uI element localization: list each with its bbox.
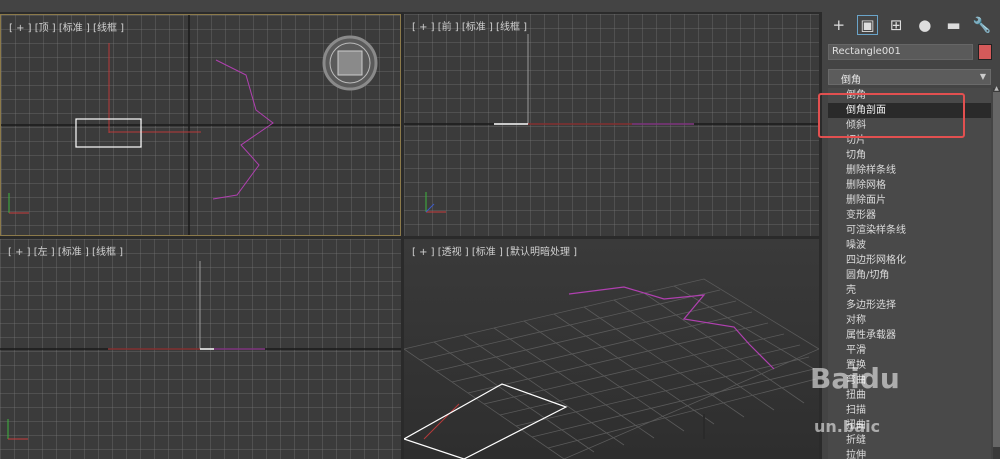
- modifier-list-item[interactable]: 属性承载器: [828, 328, 991, 343]
- modifier-list-item[interactable]: 平滑: [828, 343, 991, 358]
- modifier-list-item[interactable]: 圆角/切角: [828, 268, 991, 283]
- viewport-perspective[interactable]: [ + ] [透视 ] [标准 ] [默认明暗处理 ]: [404, 239, 819, 459]
- viewport-left[interactable]: [ + ] [左 ] [标准 ] [线框 ]: [0, 239, 401, 459]
- object-color-swatch[interactable]: [978, 44, 992, 60]
- viewport-perspective-label[interactable]: [ + ] [透视 ] [标准 ] [默认明暗处理 ]: [412, 243, 577, 258]
- modifier-list-dropdown[interactable]: 倒角 ▼: [828, 69, 991, 86]
- modifier-list-item[interactable]: 删除面片: [828, 193, 991, 208]
- hierarchy-icon[interactable]: ⊞: [885, 15, 907, 35]
- watermark-text: Baidu: [810, 362, 900, 395]
- modifier-list-item[interactable]: 可渲染样条线: [828, 223, 991, 238]
- viewport-top-scene: [1, 15, 400, 235]
- modifier-list-item[interactable]: 噪波: [828, 238, 991, 253]
- modifier-list-item[interactable]: 壳: [828, 283, 991, 298]
- modifier-list-item[interactable]: 四边形网格化: [828, 253, 991, 268]
- viewport-front-label[interactable]: [ + ] [前 ] [标准 ] [线框 ]: [412, 18, 527, 33]
- viewport-top-label[interactable]: [ + ] [顶 ] [标准 ] [线框 ]: [9, 19, 124, 34]
- command-panel-tabs: + ▣ ⊞ ● ▬ 🔧: [822, 12, 1000, 38]
- create-icon[interactable]: +: [828, 15, 850, 35]
- scrollbar-thumb[interactable]: [993, 92, 1000, 447]
- viewport-perspective-scene: [404, 278, 819, 459]
- modifier-list-item[interactable]: 变形器: [828, 208, 991, 223]
- watermark-url: un.baic: [814, 417, 881, 436]
- modifier-list-item[interactable]: 对称: [828, 313, 991, 328]
- utilities-icon[interactable]: 🔧: [971, 15, 993, 35]
- viewport-left-label[interactable]: [ + ] [左 ] [标准 ] [线框 ]: [8, 243, 123, 258]
- modifier-list-item[interactable]: 删除样条线: [828, 163, 991, 178]
- viewport-front[interactable]: [ + ] [前 ] [标准 ] [线框 ]: [404, 14, 819, 236]
- modifier-dropdown-value: 倒角: [841, 75, 861, 86]
- modify-icon[interactable]: ▣: [856, 15, 879, 35]
- viewport-front-scene: [404, 34, 819, 213]
- highlight-annotation-box: [818, 93, 965, 138]
- viewport-divider-horizontal[interactable]: [0, 236, 820, 239]
- modifier-list-item[interactable]: 拉伸: [828, 448, 991, 459]
- modifier-list-item[interactable]: 切角: [828, 148, 991, 163]
- viewport-left-scene: [0, 261, 401, 440]
- modifier-list-item[interactable]: 多边形选择: [828, 298, 991, 313]
- viewport-top[interactable]: [ + ] [顶 ] [标准 ] [线框 ]: [0, 14, 401, 236]
- top-toolbar-strip: [0, 0, 1000, 12]
- modifier-list-scrollbar[interactable]: ▲: [993, 85, 1000, 459]
- chevron-down-icon[interactable]: ▼: [980, 72, 986, 81]
- scroll-up-icon[interactable]: ▲: [993, 85, 1000, 92]
- modifier-list-item[interactable]: 删除网格: [828, 178, 991, 193]
- object-name-field[interactable]: Rectangle001: [828, 44, 973, 60]
- object-name-row: Rectangle001: [828, 44, 996, 60]
- motion-icon[interactable]: ●: [914, 15, 936, 35]
- display-icon[interactable]: ▬: [943, 15, 965, 35]
